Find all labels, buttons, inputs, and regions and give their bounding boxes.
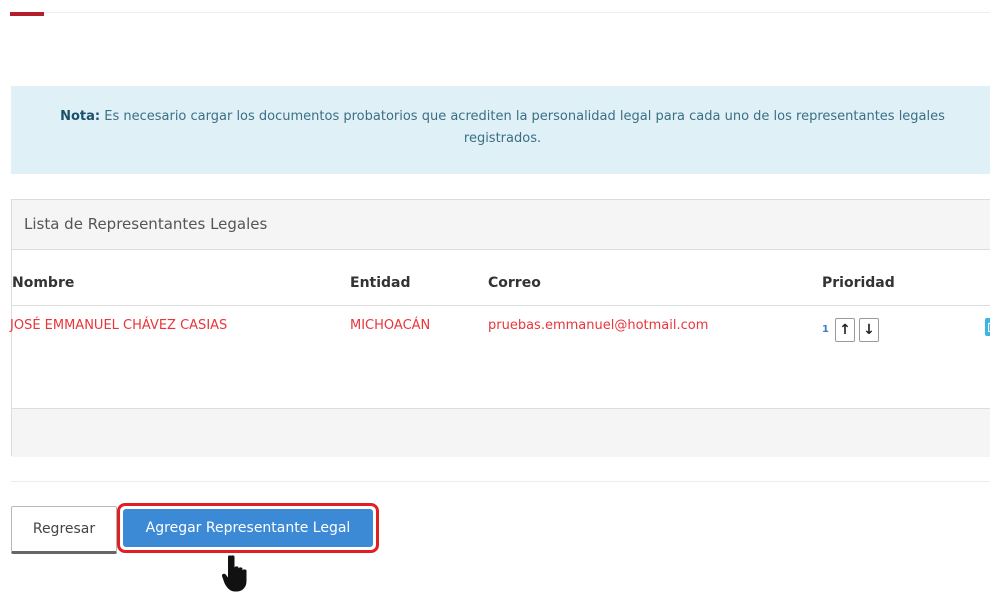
top-divider [44,12,990,13]
info-note: Nota: Es necesario cargar los documentos… [11,86,990,174]
note-text: Es necesario cargar los documentos proba… [104,109,945,146]
column-header-correo: Correo [488,275,541,291]
panel-title: Lista de Representantes Legales [12,200,990,250]
arrow-up-icon: ↑ [839,322,851,338]
top-accent-bar [10,12,44,16]
arrow-down-icon: ↓ [863,322,875,338]
column-header-nombre: Nombre [12,275,74,291]
header-divider [12,305,990,306]
move-up-button[interactable]: ↑ [835,318,855,342]
move-down-button[interactable]: ↓ [859,318,879,342]
note-label: Nota: [60,109,100,124]
panel-footer [12,408,990,457]
representatives-panel: Lista de Representantes Legales Nombre E… [11,199,990,456]
edit-icon[interactable] [985,318,990,336]
cell-nombre: JOSÉ EMMANUEL CHÁVEZ CASIAS [10,318,227,333]
column-header-prioridad: Prioridad [822,275,895,291]
cell-correo: pruebas.emmanuel@hotmail.com [488,318,708,333]
cell-entidad: MICHOACÁN [350,318,430,333]
bottom-divider [11,481,990,482]
add-representative-button[interactable]: Agregar Representante Legal [123,509,373,547]
back-button[interactable]: Regresar [11,506,117,554]
cell-prioridad: 1 [822,324,829,335]
column-header-entidad: Entidad [350,275,411,291]
hand-pointer-icon [222,555,254,597]
